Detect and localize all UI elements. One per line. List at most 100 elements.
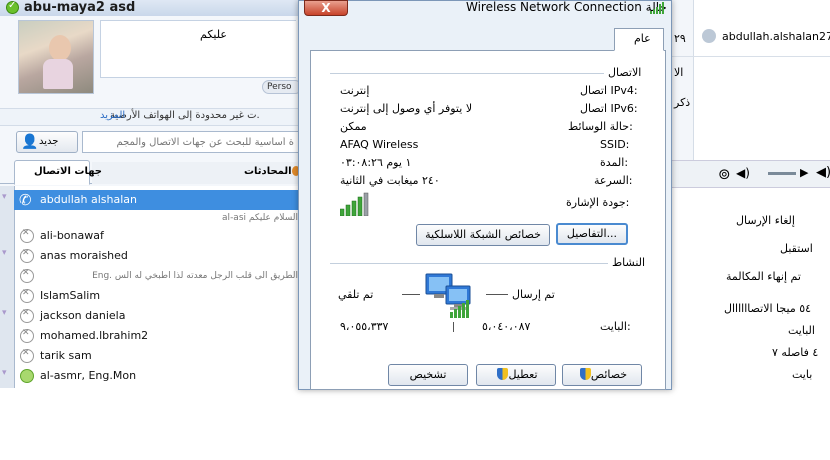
mood-message-box[interactable]: [100, 20, 296, 78]
webcam-icon[interactable]: ⊚: [718, 165, 731, 183]
contact-name: al-asmr, Eng.Mon: [40, 369, 137, 382]
offline-status-icon: [20, 348, 34, 363]
contact-name: ali-bonawaf: [40, 229, 104, 242]
volume-up-icon[interactable]: ▶: [800, 166, 808, 179]
contact-row[interactable]: al-asmr, Eng.Mon: [14, 366, 300, 386]
offline-status-icon: [20, 228, 34, 243]
chat-contact-name[interactable]: abdullah.alshalan27: [722, 30, 830, 43]
tab-contacts-label: جهات الاتصال: [34, 166, 103, 177]
signal-strength-icon: [340, 192, 369, 216]
details-button[interactable]: التفاصيل...: [556, 223, 628, 245]
offline-status-icon: [20, 248, 34, 263]
media-state-label: حالة الوسائط:: [568, 120, 633, 133]
receive-text: استقبل: [780, 242, 813, 255]
dialog-title: حالة Wireless Network Connection: [466, 0, 667, 14]
activity-divider: [453, 322, 454, 332]
call-ended-text: تم إنهاء المكالمة: [726, 270, 801, 283]
mood-message-text: عليكم: [200, 28, 227, 41]
sent-line: [486, 294, 508, 295]
skype-contact-icon: [702, 29, 716, 43]
contact-name: abdullah alshalan: [40, 193, 138, 206]
duration-value: ١ يوم ٠٣:٠٨:٢٦: [340, 156, 412, 169]
disable-button[interactable]: تعطيل: [476, 364, 556, 386]
speed-value: ٢٤٠ ميغابت في الثانية: [340, 174, 440, 187]
bytes-received-value: ٩،٠٥٥،٣٣٧: [340, 320, 389, 333]
ipv4-label: اتصال IPv4:: [580, 84, 638, 97]
activity-signal-icon: [450, 300, 469, 318]
chat-profile-panel: [672, 56, 830, 156]
offline-status-icon: [20, 308, 34, 323]
speed-label: السرعة:: [594, 174, 633, 187]
contact-row[interactable]: Eng. الطريق الى قلب الرجل معدته لذا اطبخ…: [14, 266, 300, 286]
contact-row[interactable]: tarik sam: [14, 346, 300, 366]
offline-status-icon: [20, 268, 34, 283]
contact-name: IslamSalim: [40, 289, 101, 302]
landline-more-link[interactable]: المزيد: [100, 110, 125, 121]
received-label: تم تلقي: [338, 288, 374, 301]
properties-label: خصائص: [590, 368, 628, 381]
contact-row[interactable]: anas moraished: [14, 246, 300, 266]
offline-status-icon: [20, 328, 34, 343]
bytes-label: البايت:: [600, 320, 631, 333]
ipv6-label: اتصال IPv6:: [580, 102, 638, 115]
landline-notice-text: ت غير محدودة إلى الهواتف الأرضية.: [110, 110, 260, 121]
avatar-body: [43, 59, 73, 89]
contact-name: mohamed.lbrahim2: [40, 329, 149, 342]
disable-label: تعطيل: [508, 368, 538, 381]
section-divider: [330, 73, 604, 74]
personalize-button[interactable]: Perso: [262, 80, 302, 94]
new-contact-button[interactable]: 👤 جديد: [16, 131, 78, 153]
contact-row[interactable]: jackson daniela: [14, 306, 300, 326]
signal-quality-label: جودة الإشارة:: [566, 196, 630, 209]
phone-icon: ✆: [19, 191, 32, 209]
activity-heading: النشاط: [612, 256, 646, 269]
online-status-icon[interactable]: [6, 0, 19, 14]
ipv4-value: إنترنت: [340, 84, 370, 97]
window-title: abu-maya2 asd: [24, 0, 136, 15]
contact-name: tarik sam: [40, 349, 92, 362]
ssid-label: SSID:: [600, 138, 630, 151]
chat-side-text: ٢٩: [674, 32, 686, 45]
close-button[interactable]: X: [304, 0, 348, 16]
media-state-value: ممكن: [340, 120, 367, 133]
wireless-properties-button[interactable]: خصائص الشبكة اللاسلكية: [416, 224, 550, 246]
chat-message: ٤ فاصله ٧: [772, 346, 819, 359]
tab-general-label: عام: [634, 32, 651, 45]
add-contact-icon: 👤: [21, 134, 39, 150]
section-divider: [330, 263, 608, 264]
gutter-marker: ▾: [2, 308, 7, 318]
speaker-loud-icon[interactable]: ◀)): [816, 165, 830, 180]
gutter-marker: ▾: [2, 368, 7, 378]
avatar[interactable]: [18, 20, 94, 94]
chat-message: البايت: [788, 324, 815, 337]
diagnose-button[interactable]: تشخيص: [388, 364, 468, 386]
contact-row[interactable]: al-asi السلام عليكم: [14, 208, 300, 228]
contact-row[interactable]: mohamed.lbrahim2: [14, 326, 300, 346]
connection-heading: الاتصال: [608, 66, 642, 79]
contact-row[interactable]: ali-bonawaf: [14, 226, 300, 246]
contact-name: anas moraished: [40, 249, 128, 262]
contact-search-input[interactable]: [82, 131, 298, 153]
gutter-marker: ▾: [2, 192, 7, 202]
new-button-label: جديد: [39, 136, 59, 147]
bytes-sent-value: ٥،٠٤٠،٠٨٧: [482, 320, 531, 333]
chat-message: بايت: [792, 368, 813, 381]
left-gutter: ▾ ▾ ▾ ▾: [0, 186, 14, 388]
call-toolbar: ⊚ ◀) ▶ ◀)): [672, 160, 830, 188]
speaker-icon[interactable]: ◀): [736, 166, 750, 180]
offline-status-icon: [20, 288, 34, 303]
uac-shield-icon: [497, 368, 509, 380]
ssid-value: AFAQ Wireless: [340, 138, 419, 151]
sent-label: تم إرسال: [512, 288, 555, 301]
properties-button[interactable]: خصائص: [562, 364, 642, 386]
contact-row[interactable]: ✆ abdullah alshalan: [14, 190, 300, 210]
dialog-panel: [310, 50, 666, 390]
wifi-signal-icon: [650, 2, 664, 14]
tab-conversations-label: المحادثات: [244, 166, 292, 177]
contact-mood: al-asi السلام عليكم: [222, 213, 298, 223]
received-line: [402, 294, 420, 295]
volume-slider[interactable]: [768, 172, 796, 175]
gutter-marker: ▾: [2, 248, 7, 258]
avatar-face: [49, 35, 71, 61]
contact-row[interactable]: IslamSalim: [14, 286, 300, 306]
